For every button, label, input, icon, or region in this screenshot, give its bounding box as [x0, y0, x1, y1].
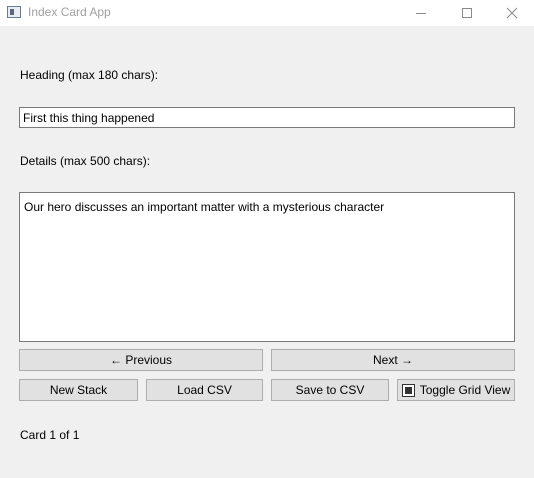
heading-label: Heading (max 180 chars):: [20, 68, 159, 82]
title-bar[interactable]: Index Card App: [0, 0, 534, 26]
save-csv-button[interactable]: Save to CSV: [271, 379, 389, 401]
next-button-label: Next →: [372, 353, 413, 367]
new-stack-label: New Stack: [49, 383, 108, 397]
close-button[interactable]: [490, 0, 534, 26]
app-window-icon: [7, 6, 21, 18]
toggle-grid-view-button[interactable]: Toggle Grid View: [397, 379, 515, 401]
minimize-icon: [416, 12, 426, 14]
save-csv-label: Save to CSV: [295, 383, 365, 397]
previous-button-label: ← Previous: [109, 353, 173, 367]
next-button[interactable]: Next →: [271, 349, 515, 371]
load-csv-button[interactable]: Load CSV: [146, 379, 263, 401]
details-label: Details (max 500 chars):: [20, 154, 151, 168]
window-title: Index Card App: [28, 5, 111, 19]
minimize-button[interactable]: [398, 0, 444, 26]
load-csv-label: Load CSV: [177, 383, 232, 397]
maximize-button[interactable]: [444, 0, 490, 26]
card-position-status: Card 1 of 1: [20, 428, 80, 442]
app-window: Index Card App Heading (max 180 chars): …: [0, 0, 534, 478]
toggle-grid-view-label: Toggle Grid View: [419, 383, 511, 397]
heading-input[interactable]: [19, 107, 515, 128]
maximize-icon: [462, 8, 472, 18]
grid-view-checkbox-icon[interactable]: [401, 383, 415, 397]
new-stack-button[interactable]: New Stack: [19, 379, 138, 401]
details-textarea[interactable]: Our hero discusses an important matter w…: [19, 192, 515, 342]
close-icon: [506, 7, 518, 19]
previous-button[interactable]: ← Previous: [19, 349, 263, 371]
